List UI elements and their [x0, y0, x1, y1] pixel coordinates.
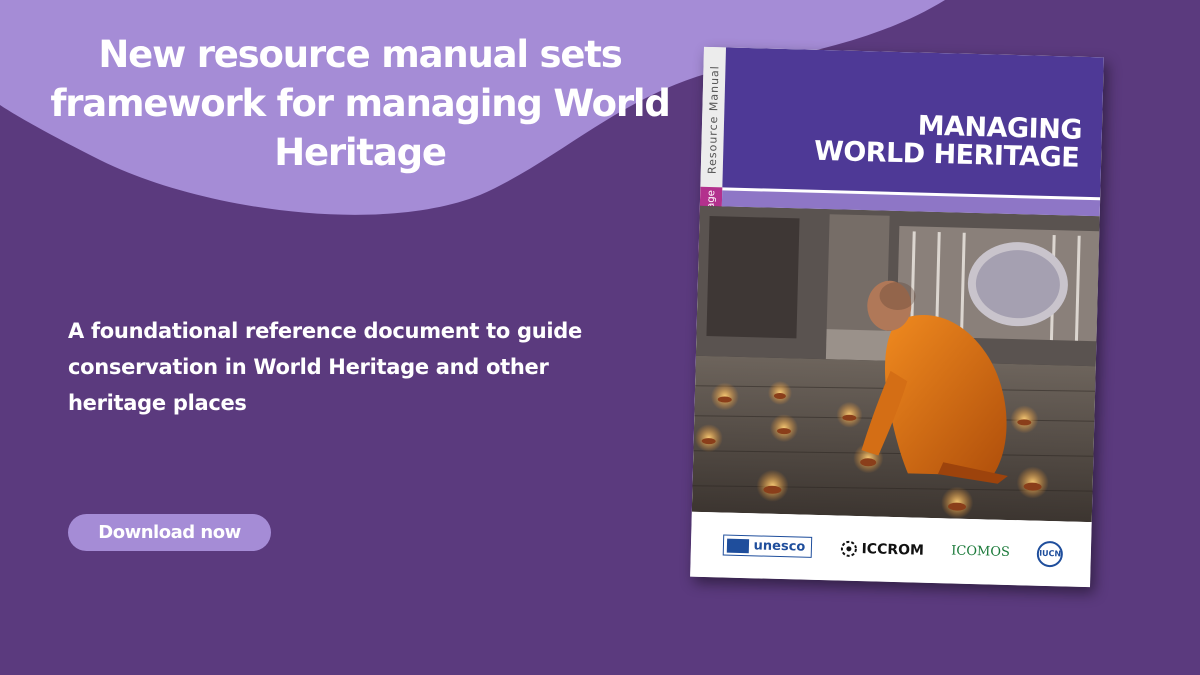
unesco-logo: unesco: [722, 534, 813, 558]
book-title-line2: WORLD HERITAGE: [813, 135, 1080, 174]
headline: New resource manual sets framework for m…: [50, 33, 671, 174]
download-button[interactable]: Download now: [68, 514, 271, 551]
iccrom-emblem-icon: [840, 540, 857, 557]
book-cover-image: Resource Manual World Heritage MANAGING …: [690, 46, 1104, 588]
temple-icon: [726, 538, 749, 553]
icomos-logo: ICOMOS: [951, 543, 1011, 561]
book-title-band: MANAGING WORLD HERITAGE: [722, 47, 1104, 198]
subtitle: A foundational reference document to gui…: [68, 319, 582, 415]
spine-label: Resource Manual: [705, 64, 722, 174]
iucn-logo: IUCN: [1036, 540, 1064, 567]
iccrom-logo: ICCROM: [839, 539, 924, 559]
monk-candles-photo: [691, 205, 1100, 523]
partner-logos: unesco ICCROM ICOMOS IUCN: [690, 511, 1092, 588]
